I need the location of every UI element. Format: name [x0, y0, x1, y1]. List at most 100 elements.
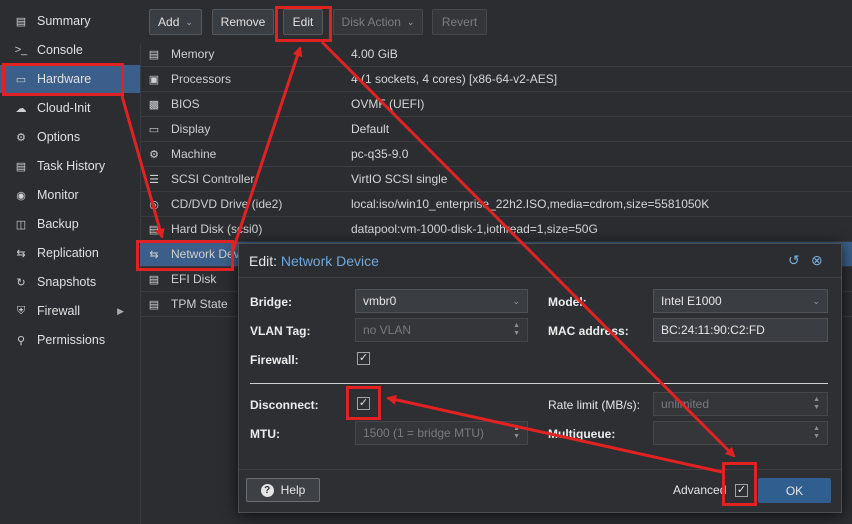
help-button[interactable]: ? Help [246, 478, 320, 502]
model-select[interactable]: Intel E1000 ⌄ [653, 289, 828, 313]
terminal-icon: >_ [14, 44, 28, 56]
hardware-value: Default [351, 122, 390, 136]
help-label: Help [280, 483, 306, 497]
table-row[interactable]: ▣ Processors 4 (1 sockets, 4 cores) [x86-6… [140, 67, 852, 92]
bridge-value: vmbr0 [363, 294, 397, 308]
sidebar-item-monitor[interactable]: ◉ Monitor [0, 181, 140, 209]
table-row[interactable]: ▩ BIOS OVMF (UEFI) [140, 92, 852, 117]
revert-button[interactable]: Revert [432, 9, 487, 35]
hardware-name: TPM State [171, 297, 228, 311]
ok-button[interactable]: OK [758, 478, 831, 503]
bridge-select[interactable]: vmbr0 ⌄ [355, 289, 528, 313]
table-row[interactable]: ⚙ Machine pc-q35-9.0 [140, 142, 852, 167]
exchange-icon: ⇆ [149, 248, 159, 261]
sidebar-item-cloud-init[interactable]: ☁ Cloud-Init [0, 94, 140, 122]
sidebar: ▤ Summary >_ Console ▭ Hardware ☁ Cloud-Init… [0, 0, 141, 524]
table-row[interactable]: ☰ SCSI Controller VirtIO SCSI single [140, 167, 852, 192]
vlan-tag-input[interactable]: no VLAN ▲ ▼ [355, 318, 528, 342]
disk-action-label: Disk Action [341, 15, 401, 29]
table-row[interactable]: ▤ Hard Disk (scsi0) datapool:vm-1000-disk-… [140, 217, 852, 242]
rate-limit-label: Rate limit (MB/s): [548, 398, 641, 412]
rate-limit-placeholder: unlimited [661, 397, 710, 411]
spinner-icon: ▲ ▼ [813, 396, 820, 411]
dialog-title: Edit: Network Device [249, 253, 379, 269]
sidebar-item-label: Permissions [37, 333, 106, 347]
multiqueue-input[interactable]: ▲ ▼ [653, 421, 828, 445]
disk-action-button[interactable]: Disk Action ⌄ [333, 9, 423, 35]
history-icon: ↻ [16, 276, 26, 289]
spinner-icon: ▲ ▼ [813, 425, 820, 440]
remove-button[interactable]: Remove [212, 9, 274, 35]
sidebar-item-console[interactable]: >_ Console [0, 36, 140, 64]
close-icon[interactable]: ⊗ [811, 252, 823, 269]
chevron-right-icon[interactable]: ▶ [117, 306, 124, 317]
hardware-name: Display [171, 122, 211, 136]
unlock-icon: ⚲ [16, 334, 26, 347]
disconnect-label: Disconnect: [250, 398, 319, 412]
ok-label: OK [785, 483, 804, 498]
mac-address-input[interactable]: BC:24:11:90:C2:FD [653, 318, 828, 342]
hardware-name: CD/DVD Drive (ide2) [171, 197, 283, 211]
firewall-checkbox[interactable]: ✓ [357, 352, 370, 365]
sidebar-item-label: Firewall [37, 304, 81, 318]
hardware-value: 4 (1 sockets, 4 cores) [x86-64-v2-AES] [351, 72, 558, 86]
spinner-icon: ▲ ▼ [513, 322, 520, 337]
advanced-label: Advanced [673, 483, 727, 497]
hdd-icon: ▤ [148, 298, 160, 311]
gear-icon: ⚙ [16, 131, 26, 144]
chevron-down-icon: ⌄ [812, 295, 820, 306]
table-row[interactable]: ▤ Memory 4.00 GiB [140, 42, 852, 67]
sidebar-item-label: Task History [37, 159, 106, 173]
sidebar-item-snapshots[interactable]: ↻ Snapshots [0, 268, 140, 296]
table-row[interactable]: ▭ Display Default [140, 117, 852, 142]
sidebar-item-replication[interactable]: ⇆ Replication [0, 239, 140, 267]
hardware-name: Hard Disk (scsi0) [171, 222, 263, 236]
edit-button-label: Edit [292, 15, 314, 29]
mtu-label: MTU: [250, 427, 280, 441]
sidebar-item-options[interactable]: ⚙ Options [0, 123, 140, 151]
mtu-placeholder: 1500 (1 = bridge MTU) [363, 426, 485, 440]
sidebar-item-label: Replication [37, 246, 99, 260]
hardware-value: pc-q35-9.0 [351, 147, 409, 161]
dialog-header: Edit: Network Device ↺ ⊗ [239, 244, 841, 278]
book-icon: ▤ [15, 15, 27, 28]
sidebar-item-task-history[interactable]: ▤ Task History [0, 152, 140, 180]
database-icon: ☰ [149, 173, 159, 186]
disconnect-checkbox[interactable]: ✓ [357, 397, 370, 410]
bridge-label: Bridge: [250, 295, 292, 309]
add-button[interactable]: Add ⌄ [149, 9, 202, 35]
hdd-icon: ▤ [148, 223, 160, 236]
floppy-icon: ◫ [15, 218, 27, 231]
desktop-icon: ▭ [148, 123, 160, 136]
hardware-name: BIOS [171, 97, 200, 111]
memory-icon: ▤ [148, 48, 160, 61]
remove-button-label: Remove [220, 15, 266, 29]
firewall-label: Firewall: [250, 353, 299, 367]
eye-icon: ◉ [16, 189, 26, 202]
microchip-icon: ▩ [148, 98, 160, 111]
dialog-title-prefix: Edit: [249, 253, 281, 269]
mtu-input[interactable]: 1500 (1 = bridge MTU) ▲ ▼ [355, 421, 528, 445]
sidebar-item-permissions[interactable]: ⚲ Permissions [0, 326, 140, 354]
dialog-footer: ? Help Advanced ✓ OK [239, 469, 841, 513]
reset-icon[interactable]: ↺ [788, 252, 800, 269]
table-row[interactable]: ◎ CD/DVD Drive (ide2) local:iso/win10_ente… [140, 192, 852, 217]
hardware-name: Machine [171, 147, 217, 161]
sidebar-item-label: Options [37, 130, 81, 144]
revert-button-label: Revert [441, 15, 478, 29]
mac-address-label: MAC address: [548, 324, 629, 338]
sidebar-item-firewall[interactable]: ⛨ Firewall ▶ [0, 297, 140, 325]
hardware-value: VirtIO SCSI single [351, 172, 448, 186]
sidebar-item-label: Summary [37, 14, 91, 28]
chevron-down-icon: ⌄ [512, 295, 520, 306]
sidebar-item-summary[interactable]: ▤ Summary [0, 7, 140, 35]
hardware-name: SCSI Controller [171, 172, 255, 186]
advanced-checkbox[interactable]: ✓ [735, 484, 748, 497]
hardware-name: Processors [171, 72, 232, 86]
hardware-value: OVMF (UEFI) [351, 97, 425, 111]
edit-button[interactable]: Edit [283, 9, 323, 35]
sidebar-item-hardware[interactable]: ▭ Hardware [0, 65, 140, 93]
sidebar-item-backup[interactable]: ◫ Backup [0, 210, 140, 238]
rate-limit-input[interactable]: unlimited ▲ ▼ [653, 392, 828, 416]
sidebar-item-label: Console [37, 43, 83, 57]
